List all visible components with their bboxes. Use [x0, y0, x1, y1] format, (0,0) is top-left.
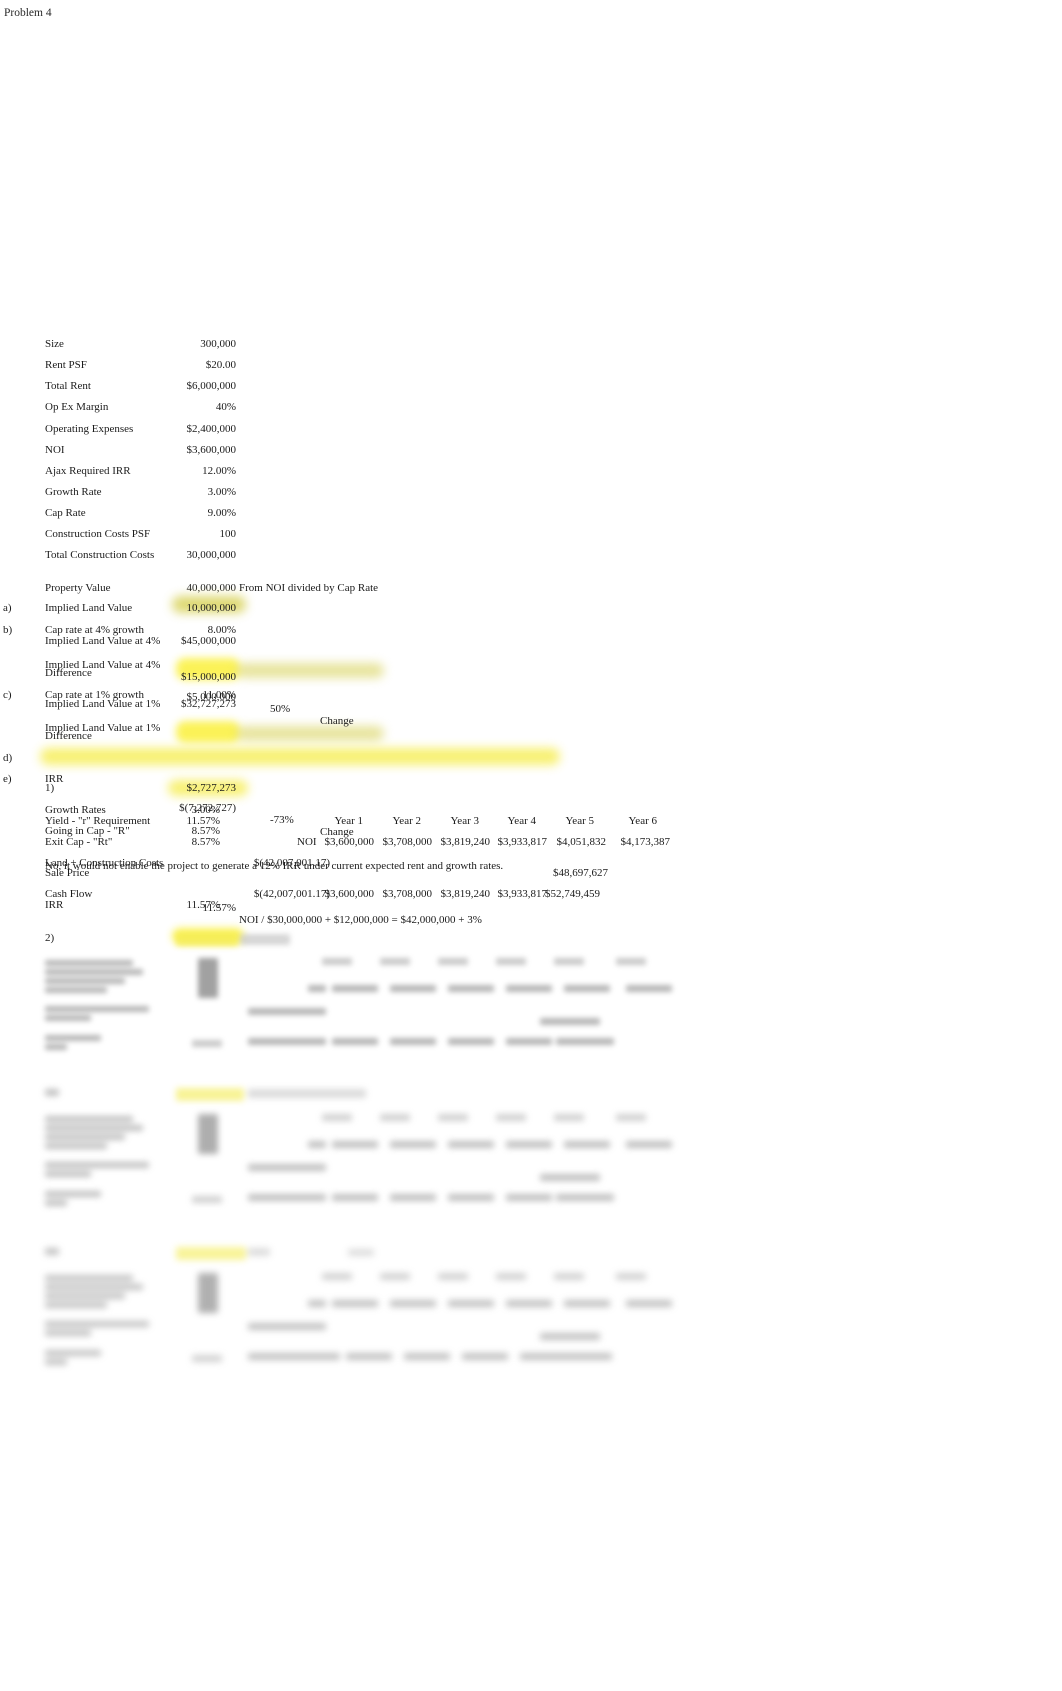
assumption-value: 40%: [215, 401, 236, 413]
assumption-label: Cap Rate: [45, 507, 86, 519]
section-letter-a: a): [3, 602, 12, 614]
irr-item-1-value: 11.57%: [202, 902, 236, 914]
implied-land-1b-value: $2,727,273: [186, 782, 237, 794]
assumption-value: 100: [219, 528, 237, 540]
assumption-value: 300,000: [200, 338, 236, 350]
rate-value: 8.57%: [191, 836, 220, 848]
section-letter-d: d): [3, 752, 13, 764]
implied-land-value-amount: 10,000,000: [186, 602, 237, 614]
implied-land-4b-value: $15,000,000: [181, 671, 236, 683]
irr-item-1-note: NOI / $30,000,000 + $12,000,000 = $42,00…: [239, 914, 482, 926]
assumption-value: 12.00%: [202, 465, 236, 477]
assumption-value: $3,600,000: [186, 444, 237, 456]
obscured-block-4: [0, 1245, 720, 1375]
property-value-note: From NOI divided by Cap Rate: [239, 582, 379, 594]
section-letter-e: e): [3, 773, 12, 785]
highlight-part-c-value: [176, 721, 240, 743]
section-letter-c: c): [3, 689, 12, 701]
assumption-value: 3.00%: [207, 486, 236, 498]
irr-result-label: IRR: [45, 899, 64, 911]
implied-land-4-value: $45,000,000: [181, 635, 236, 647]
difference-b-percent: 50%: [270, 703, 291, 715]
difference-c-value: $(7,272,727): [179, 802, 236, 814]
assumption-value: $2,400,000: [186, 423, 237, 435]
obscured-block-2: [0, 930, 720, 1060]
rate-label: Exit Cap - "Rt": [45, 836, 113, 848]
assumption-value: 9.00%: [207, 507, 236, 519]
cash-flow-value: $52,749,459: [545, 888, 600, 900]
assumption-value: $20.00: [205, 359, 236, 371]
highlight-part-d: [40, 748, 560, 765]
section-letter-b: b): [3, 624, 13, 636]
assumption-label: Total Rent: [45, 380, 91, 392]
assumption-label: Growth Rate: [45, 486, 102, 498]
irr-item-1-label: 1): [45, 782, 55, 794]
assumption-label: Size: [45, 338, 64, 350]
property-value-amount: 40,000,000: [186, 582, 237, 594]
spreadsheet-page: Problem 4 Size 300,000 Rent PSF $20.00 T…: [0, 0, 1062, 1691]
difference-b-label: Difference: [45, 667, 92, 679]
assumption-value: $6,000,000: [186, 380, 237, 392]
part-d-statement: No, it would not enable the project to g…: [45, 860, 504, 872]
assumption-label: NOI: [45, 444, 65, 456]
difference-c-change-label: Change: [320, 826, 354, 838]
assumption-value: 30,000,000: [186, 549, 237, 561]
difference-b-value: $5,000,000: [186, 691, 237, 703]
difference-c-label: Difference: [45, 730, 92, 742]
obscured-block-3: [0, 1086, 720, 1216]
highlight-part-c-change: [236, 726, 384, 741]
page-title: Problem 4: [4, 7, 52, 19]
difference-b-change-label: Change: [320, 715, 354, 727]
difference-c-percent: -73%: [270, 814, 294, 826]
highlight-part-b-change: [236, 663, 384, 678]
assumption-label: Rent PSF: [45, 359, 87, 371]
